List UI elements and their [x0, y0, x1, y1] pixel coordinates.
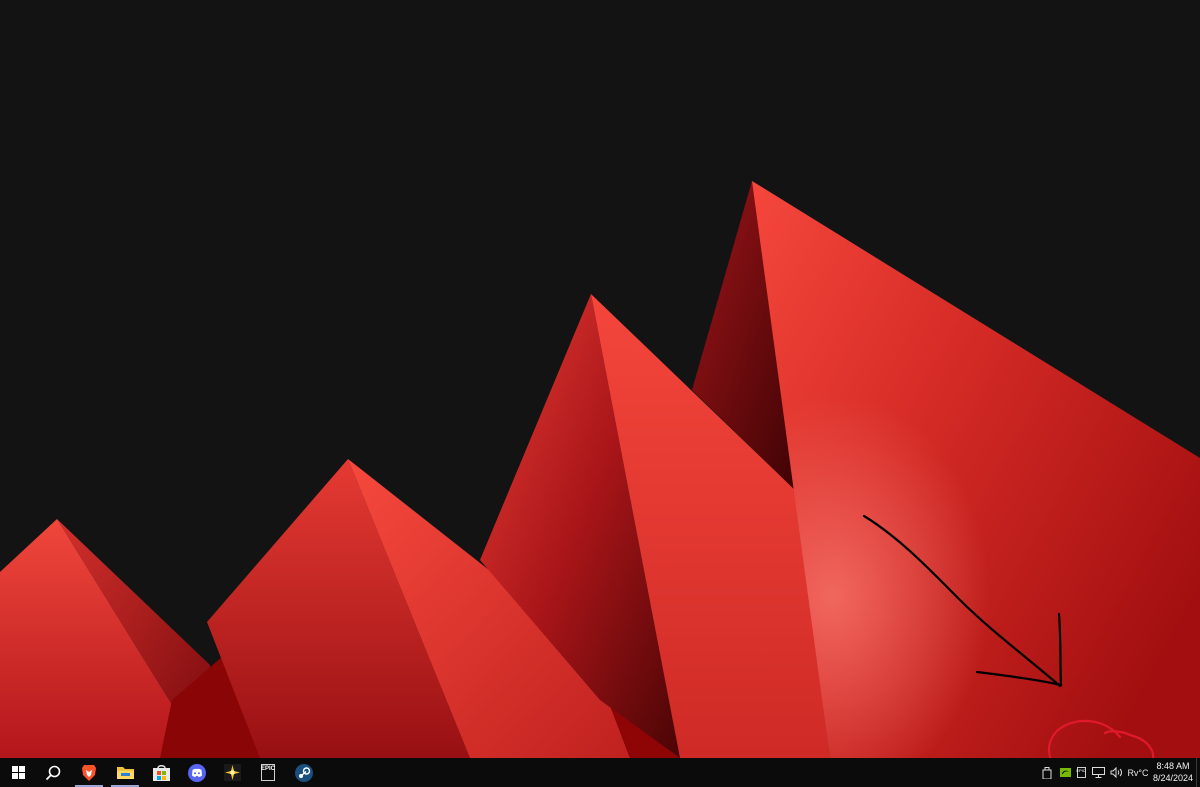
desktop — [0, 0, 1200, 758]
taskbar: EPIC EPIC Rv°C 8:48 AM 8/24/2024 — [0, 758, 1200, 787]
volume-icon — [1110, 767, 1122, 778]
taskbar-app-sparkle[interactable] — [214, 758, 250, 787]
wallpaper — [0, 181, 1200, 758]
steam-icon — [295, 763, 313, 782]
tray-epic-games[interactable]: EPIC — [1074, 758, 1088, 787]
sparkle-app-icon — [223, 764, 241, 781]
network-icon — [1091, 767, 1105, 778]
tray-volume[interactable] — [1108, 758, 1124, 787]
nvidia-icon — [1059, 768, 1071, 777]
clock-date: 8/24/2024 — [1152, 773, 1194, 783]
start-button[interactable] — [0, 758, 36, 787]
epic-games-tray-icon: EPIC — [1076, 767, 1086, 778]
file-explorer-icon — [116, 767, 134, 779]
discord-icon — [188, 763, 206, 782]
brave-browser-icon — [82, 764, 96, 781]
input-indicator-label: Rv°C — [1127, 767, 1149, 778]
taskbar-app-file-explorer[interactable] — [107, 758, 143, 787]
epic-games-label: EPIC — [261, 766, 276, 772]
taskbar-app-steam[interactable] — [286, 758, 322, 787]
tray-usb-device[interactable] — [1040, 758, 1054, 787]
tray-network[interactable] — [1090, 758, 1106, 787]
windows-logo-icon — [11, 766, 25, 779]
taskbar-app-epic-games[interactable]: EPIC — [250, 758, 286, 787]
taskbar-app-microsoft-store[interactable] — [143, 758, 179, 787]
clock-time: 8:48 AM — [1156, 761, 1190, 771]
epic-games-icon: EPIC — [261, 764, 275, 781]
taskbar-app-discord[interactable] — [179, 758, 215, 787]
usb-device-icon — [1042, 766, 1052, 779]
taskbar-app-brave[interactable] — [71, 758, 107, 787]
tray-input-indicator[interactable]: Rv°C — [1127, 758, 1149, 787]
search-button[interactable] — [35, 758, 71, 787]
clock[interactable]: 8:48 AM 8/24/2024 — [1152, 760, 1194, 784]
microsoft-store-icon — [152, 764, 170, 781]
search-icon — [45, 765, 61, 780]
tray-nvidia[interactable] — [1058, 758, 1072, 787]
show-desktop-button[interactable] — [1196, 758, 1200, 787]
epic-tray-label: EPIC — [1076, 768, 1086, 773]
